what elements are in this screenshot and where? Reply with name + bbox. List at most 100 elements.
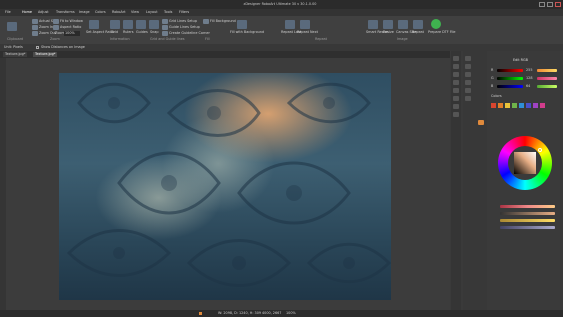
b-slider[interactable] <box>497 85 523 88</box>
repeat-next-button[interactable]: Repeat Next <box>297 30 318 34</box>
zoom-out-icon[interactable] <box>32 31 38 36</box>
blur-tool-icon[interactable] <box>465 88 471 93</box>
document-image[interactable] <box>59 73 391 300</box>
prepare-dtf-button[interactable]: Prepare DTF File <box>428 30 456 34</box>
r-value[interactable]: 255 <box>526 68 532 72</box>
rulers-button[interactable]: Rulers <box>123 30 134 34</box>
grid-icon[interactable] <box>110 20 120 29</box>
foreground-color-icon[interactable] <box>478 120 484 125</box>
close-button[interactable] <box>555 2 561 7</box>
guides-icon[interactable] <box>136 20 146 29</box>
maximize-button[interactable] <box>547 2 553 7</box>
guides-button[interactable]: Guides <box>136 30 148 34</box>
crop-tool-icon[interactable] <box>453 80 459 85</box>
aspect-ratio-button[interactable]: Aspect Ratio <box>60 25 81 29</box>
rulers-icon[interactable] <box>123 20 133 29</box>
zoom-tool-icon[interactable] <box>465 96 471 101</box>
gradient-bar-4[interactable] <box>500 226 555 229</box>
paste-icon[interactable] <box>7 22 17 31</box>
gradient-tool-icon[interactable] <box>465 72 471 77</box>
eraser-tool-icon[interactable] <box>453 96 459 101</box>
hue-picker-handle[interactable] <box>538 148 542 152</box>
guide-setup-icon[interactable] <box>162 25 168 30</box>
fill-with-bg-icon[interactable] <box>237 20 247 29</box>
snap-button[interactable]: Snap <box>150 30 159 34</box>
menu-roboart[interactable]: RoboArt <box>112 10 126 14</box>
clone-tool-icon[interactable] <box>465 80 471 85</box>
fit-window-icon[interactable] <box>53 19 59 24</box>
repeat-image-icon[interactable] <box>413 20 423 29</box>
brush-tool-icon[interactable] <box>453 88 459 93</box>
menu-home[interactable]: Home <box>22 10 32 14</box>
swatch[interactable] <box>498 103 503 108</box>
units-label[interactable]: Unit: Pixels <box>4 45 23 49</box>
zoom-in-button[interactable]: Zoom In <box>39 25 53 29</box>
zoom-out-button[interactable]: Zoom Out <box>39 31 56 35</box>
fill-tool-icon[interactable] <box>453 104 459 109</box>
create-guideline-corner-button[interactable]: Create Guideline Corner <box>169 31 210 35</box>
menu-tools[interactable]: Tools <box>164 10 172 14</box>
aspect-ratio-set-icon[interactable] <box>89 20 99 29</box>
show-distances-checkbox[interactable] <box>36 46 39 49</box>
guideline-corner-icon[interactable] <box>162 31 168 36</box>
document-tab-active[interactable]: Texture.jpg* <box>33 52 58 57</box>
zoom-input[interactable]: 100% <box>64 31 80 36</box>
shape-tool-icon[interactable] <box>465 64 471 69</box>
text-tool-icon[interactable] <box>453 112 459 117</box>
set-aspect-ratio-button[interactable]: Set Aspect Ratio <box>86 30 114 34</box>
zoom-in-icon[interactable] <box>32 25 38 30</box>
snap-icon[interactable] <box>149 20 159 29</box>
menu-layout[interactable]: Layout <box>146 10 158 14</box>
swatch[interactable] <box>533 103 538 108</box>
clipboard-group-label: Clipboard <box>7 37 24 41</box>
show-distances-label: Show Distances on Image <box>41 45 85 49</box>
swatch[interactable] <box>505 103 510 108</box>
r-preview-bar <box>537 69 557 72</box>
layer-tool-icon[interactable] <box>465 56 471 61</box>
grid-lines-setup-button[interactable]: Grid Lines Setup <box>169 19 197 23</box>
grid-setup-icon[interactable] <box>162 19 168 24</box>
repeat-next-icon[interactable] <box>300 20 310 29</box>
grid-button[interactable]: Grid <box>111 30 118 34</box>
g-value[interactable]: 128 <box>526 76 532 80</box>
guide-lines-setup-button[interactable]: Guide Lines Setup <box>169 25 200 29</box>
lasso-tool-icon[interactable] <box>453 72 459 77</box>
aspect-ratio-icon[interactable] <box>53 25 59 30</box>
repeat-button[interactable]: Repeat <box>412 30 424 34</box>
gradient-bar-2[interactable] <box>500 212 555 215</box>
minimize-button[interactable] <box>539 2 545 7</box>
r-slider[interactable] <box>497 69 523 72</box>
gradient-bar-1[interactable] <box>500 205 555 208</box>
fit-to-window-button[interactable]: Fit to Window <box>60 19 83 23</box>
swatch[interactable] <box>540 103 545 108</box>
menu-adjust[interactable]: Adjust <box>38 10 49 14</box>
repeat-last-icon[interactable] <box>285 20 295 29</box>
swatch[interactable] <box>519 103 524 108</box>
fill-background-icon[interactable] <box>203 19 209 24</box>
saturation-square[interactable] <box>514 152 536 174</box>
gradient-bar-3[interactable] <box>500 219 555 222</box>
swatch[interactable] <box>526 103 531 108</box>
fill-background-button[interactable]: Fill Background <box>210 19 236 23</box>
resize-button[interactable]: Resize <box>383 30 394 34</box>
canvas-size-icon[interactable] <box>398 20 408 29</box>
fill-with-background-button[interactable]: Fill with Background <box>230 30 264 34</box>
menu-file[interactable]: File <box>5 10 11 14</box>
resize-icon[interactable] <box>383 20 393 29</box>
actual-size-icon[interactable] <box>32 19 38 24</box>
g-slider[interactable] <box>497 77 523 80</box>
swatch[interactable] <box>491 103 496 108</box>
b-value[interactable]: 64 <box>526 84 530 88</box>
status-zoom[interactable]: 100% <box>286 311 296 315</box>
swatch[interactable] <box>512 103 517 108</box>
document-tab[interactable]: Texture.jpg* <box>3 52 28 57</box>
menu-view[interactable]: View <box>131 10 139 14</box>
menu-colors[interactable]: Colors <box>95 10 106 14</box>
menu-filters[interactable]: Filters <box>179 10 189 14</box>
move-tool-icon[interactable] <box>453 56 459 61</box>
smart-resize-icon[interactable] <box>368 20 378 29</box>
menu-image[interactable]: Image <box>79 10 90 14</box>
menu-transforms[interactable]: Transforms <box>56 10 75 14</box>
prepare-dtf-icon[interactable] <box>431 19 441 29</box>
select-tool-icon[interactable] <box>453 64 459 69</box>
